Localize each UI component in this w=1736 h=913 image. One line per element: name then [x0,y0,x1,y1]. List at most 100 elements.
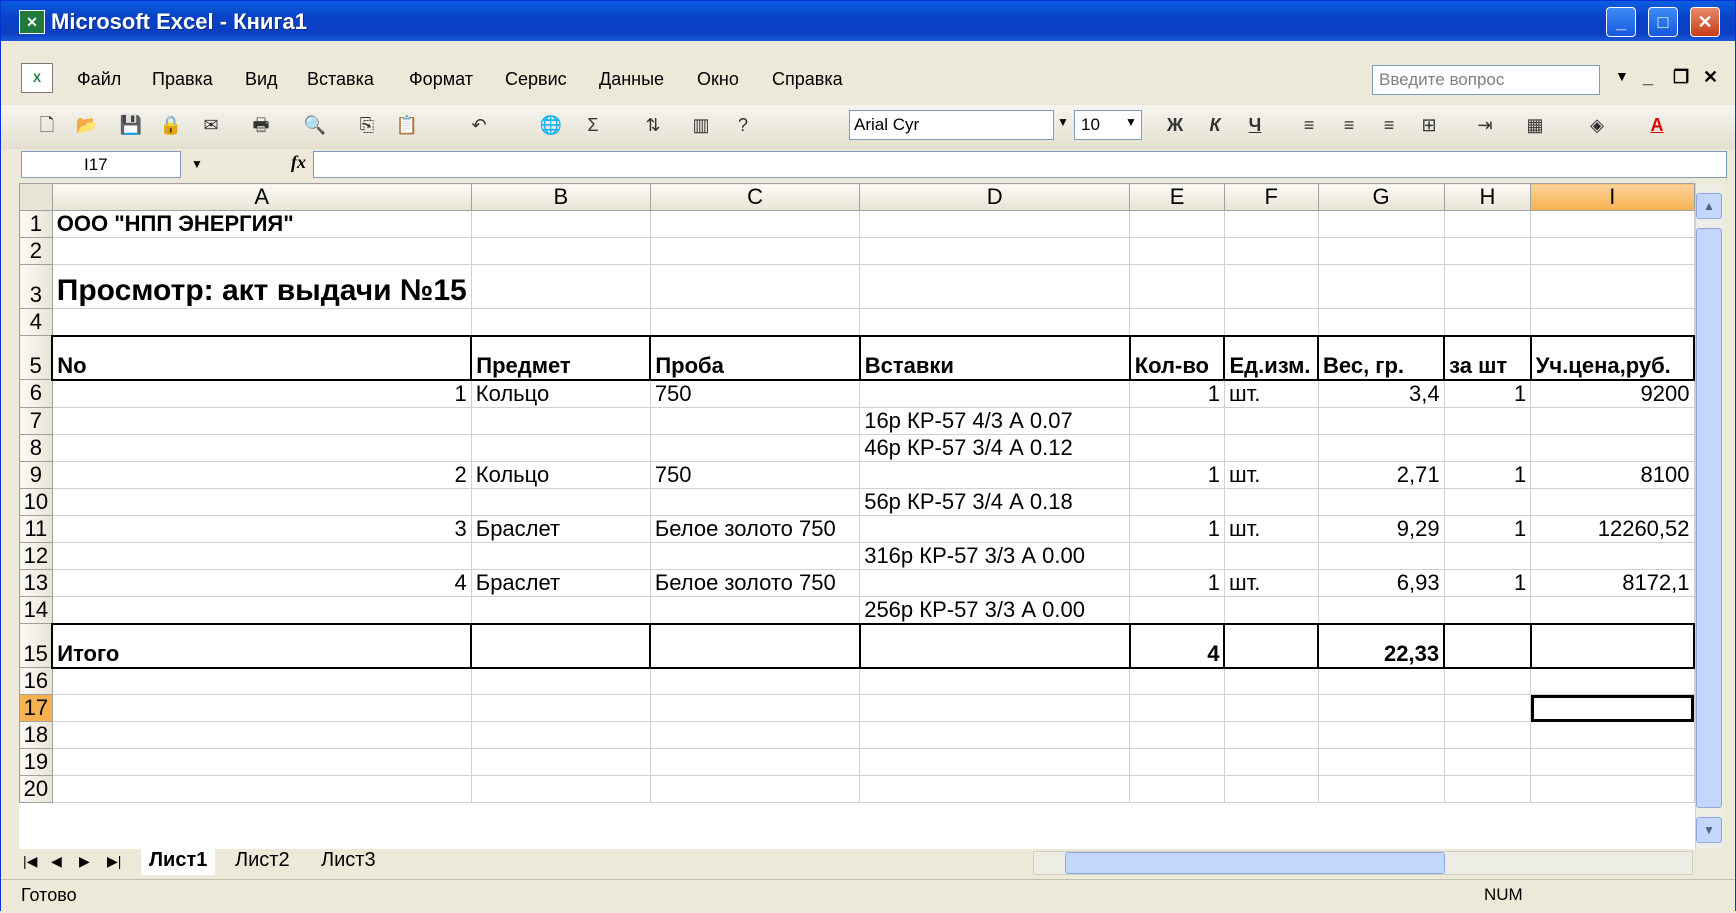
new-icon[interactable]: 🗋 [33,111,61,139]
cell-b9[interactable]: Кольцо [470,460,651,489]
column-header-e[interactable]: E [1129,183,1225,211]
excel-app-icon[interactable]: ✕ [19,10,45,34]
cell-g6[interactable]: 3,4 [1317,379,1445,408]
cell-a11[interactable]: 3 [51,514,472,543]
column-header-d[interactable]: D [859,183,1131,211]
cell-f8[interactable] [1223,433,1319,462]
cell-c18[interactable] [649,721,861,749]
cell-c10[interactable] [649,487,861,516]
sheet-tab-1[interactable]: Лист1 [141,849,216,875]
print-icon[interactable]: 🖶 [247,111,275,139]
cell-f19[interactable] [1223,748,1319,776]
cell-a14[interactable] [51,595,472,624]
menu-view[interactable]: Вид [245,69,278,90]
row-header[interactable]: 13 [19,568,53,597]
cell-e12[interactable] [1129,541,1225,570]
cell-e5[interactable]: Кол-во [1128,334,1226,381]
cell-f11[interactable]: шт. [1223,514,1319,543]
cell-c2[interactable] [649,237,861,265]
cell-g10[interactable] [1317,487,1445,516]
cell-e8[interactable] [1129,433,1225,462]
cell-a16[interactable] [51,667,472,695]
menu-format[interactable]: Формат [409,69,473,90]
cell-g13[interactable]: 6,93 [1317,568,1445,597]
cell-c6[interactable]: 750 [649,379,861,408]
cell-a6[interactable]: 1 [51,379,472,408]
cell-h17[interactable] [1443,694,1532,722]
cell-b14[interactable] [470,595,651,624]
cell-i7[interactable] [1530,406,1695,435]
cell-a1[interactable]: ООО "НПП ЭНЕРГИЯ" [51,210,472,238]
cell-e16[interactable] [1129,667,1225,695]
cell-e14[interactable] [1129,595,1225,624]
cell-g4[interactable] [1317,308,1445,336]
cell-g7[interactable] [1317,406,1445,435]
cell-a8[interactable] [51,433,472,462]
column-header-g[interactable]: G [1317,183,1445,211]
cell-h5[interactable]: за шт [1443,334,1532,381]
cell-e4[interactable] [1129,308,1225,336]
cell-g8[interactable] [1317,433,1445,462]
cell-g20[interactable] [1317,775,1445,803]
cell-c3[interactable] [649,264,861,309]
cell-b10[interactable] [470,487,651,516]
align-left-icon[interactable]: ≡ [1295,111,1323,139]
cell-e7[interactable] [1129,406,1225,435]
row-header[interactable]: 4 [19,308,53,336]
cell-f13[interactable]: шт. [1223,568,1319,597]
cell-f10[interactable] [1223,487,1319,516]
cell-g15[interactable]: 22,33 [1316,622,1446,669]
cell-a10[interactable] [51,487,472,516]
cell-b8[interactable] [470,433,651,462]
cell-g19[interactable] [1317,748,1445,776]
menu-data[interactable]: Данные [599,69,664,90]
ask-question-input[interactable]: Введите вопрос [1372,65,1600,95]
help-icon[interactable]: ? [729,111,757,139]
cell-b18[interactable] [470,721,651,749]
cell-h1[interactable] [1443,210,1532,238]
borders-icon[interactable]: ▦ [1521,111,1549,139]
cell-d16[interactable] [859,667,1131,695]
copy-icon[interactable]: ⎘ [353,111,381,139]
horizontal-scroll-thumb[interactable] [1065,852,1445,874]
chart-wizard-icon[interactable]: ▥ [687,111,715,139]
cell-c12[interactable] [649,541,861,570]
doc-restore-button[interactable]: ❐ [1673,67,1689,88]
menu-edit[interactable]: Правка [152,69,213,90]
cell-h20[interactable] [1443,775,1532,803]
doc-minimize-button[interactable]: _ [1643,67,1653,88]
formula-input[interactable] [313,151,1727,178]
cell-d5[interactable]: Вставки [858,334,1131,381]
cell-d9[interactable] [859,460,1131,489]
select-all-corner[interactable] [19,183,53,211]
cell-h11[interactable]: 1 [1443,514,1532,543]
column-header-f[interactable]: F [1223,183,1319,211]
italic-button[interactable]: К [1201,111,1229,139]
cell-g14[interactable] [1317,595,1445,624]
save-icon[interactable]: 💾 [117,111,145,139]
bold-button[interactable]: Ж [1161,111,1189,139]
cell-g5[interactable]: Вес, гр. [1316,334,1446,381]
cell-b3[interactable] [470,264,651,309]
menu-tools[interactable]: Сервис [505,69,567,90]
first-sheet-icon[interactable]: |◀ [23,853,37,870]
insert-function-icon[interactable]: fx [291,152,306,173]
cell-b6[interactable]: Кольцо [470,379,651,408]
row-header[interactable]: 14 [19,595,53,624]
cell-h9[interactable]: 1 [1443,460,1532,489]
cell-e13[interactable]: 1 [1129,568,1225,597]
cell-f2[interactable] [1223,237,1319,265]
cell-c17[interactable] [649,694,861,722]
cell-f20[interactable] [1223,775,1319,803]
cell-d2[interactable] [859,237,1131,265]
cell-i20[interactable] [1530,775,1695,803]
cell-a2[interactable] [51,237,472,265]
open-icon[interactable]: 📂 [73,111,101,139]
cell-h18[interactable] [1443,721,1532,749]
cell-f5[interactable]: Ед.изм. [1223,334,1319,381]
cell-c13[interactable]: Белое золото 750 [649,568,861,597]
cell-b13[interactable]: Браслет [470,568,651,597]
cell-e18[interactable] [1129,721,1225,749]
cell-h7[interactable] [1443,406,1532,435]
cell-g9[interactable]: 2,71 [1317,460,1445,489]
